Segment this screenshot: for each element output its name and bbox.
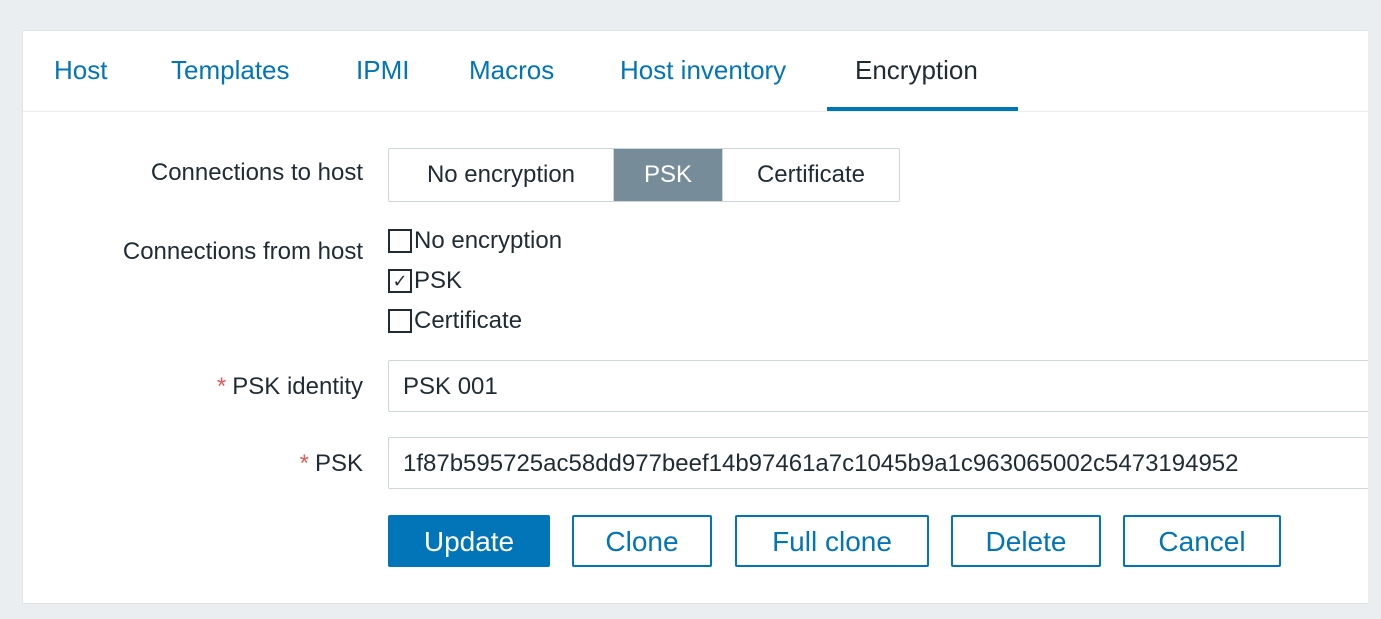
tab-templates[interactable]: Templates (171, 53, 290, 111)
checkbox-label: PSK (414, 267, 463, 294)
psk-input[interactable]: 1f87b595725ac58dd977beef14b97461a7c1045b… (388, 437, 1368, 489)
tab-encryption[interactable]: Encryption (855, 53, 978, 111)
tab-bar: Host Templates IPMI Macros Host inventor… (23, 31, 1368, 112)
tab-ipmi[interactable]: IPMI (356, 53, 409, 111)
required-asterisk: * (216, 373, 227, 400)
checkbox-label: No encryption (414, 227, 563, 254)
psk-label: * PSK (300, 449, 363, 479)
checkbox-psk[interactable]: ✓ PSK (388, 263, 462, 299)
checkmark-icon[interactable]: ✓ (388, 269, 412, 293)
segment-no-encryption[interactable]: No encryption (389, 149, 614, 201)
required-asterisk: * (299, 450, 309, 477)
checkbox-unchecked-icon[interactable] (388, 309, 412, 333)
checkbox-no-encryption[interactable]: No encryption (388, 223, 562, 259)
tab-host[interactable]: Host (54, 53, 107, 111)
segment-psk[interactable]: PSK (614, 149, 723, 201)
connections-to-host-label: Connections to host (150, 159, 363, 186)
delete-button[interactable]: Delete (951, 515, 1101, 567)
segment-certificate[interactable]: Certificate (723, 149, 899, 201)
psk-identity-label: * PSK identity (217, 372, 363, 402)
tab-macros[interactable]: Macros (469, 53, 554, 111)
clone-button[interactable]: Clone (572, 515, 712, 567)
psk-identity-input[interactable]: PSK 001 (388, 360, 1368, 412)
host-form-panel: Host Templates IPMI Macros Host inventor… (22, 30, 1368, 604)
checkbox-label: Certificate (414, 307, 523, 334)
tab-host-inventory[interactable]: Host inventory (620, 53, 786, 111)
psk-identity-label-text: PSK identity (232, 373, 363, 400)
checkbox-unchecked-icon[interactable] (388, 229, 412, 253)
full-clone-button[interactable]: Full clone (735, 515, 929, 567)
connections-to-host-selector: No encryption PSK Certificate (388, 148, 900, 202)
cancel-button[interactable]: Cancel (1123, 515, 1281, 567)
checkbox-certificate[interactable]: Certificate (388, 303, 522, 339)
psk-label-text: PSK (314, 450, 363, 477)
active-tab-indicator (827, 107, 1018, 111)
connections-from-host-label: Connections from host (122, 238, 363, 265)
update-button[interactable]: Update (388, 515, 550, 567)
